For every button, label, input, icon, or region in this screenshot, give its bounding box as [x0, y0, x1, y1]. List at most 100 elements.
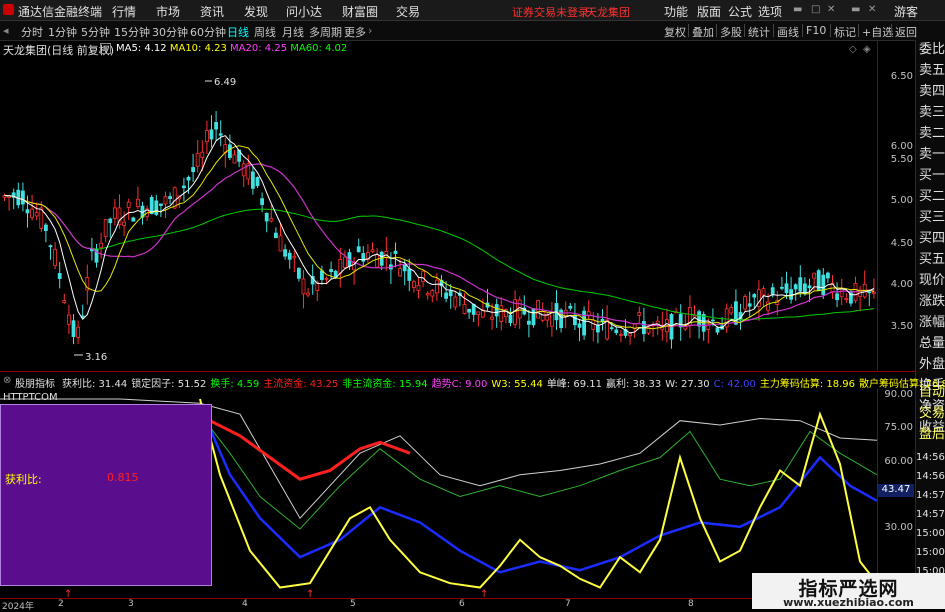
candle-body: [186, 176, 191, 181]
menu-shichang[interactable]: 市场: [156, 3, 180, 20]
candle-body: [195, 153, 200, 167]
more-arrow-icon[interactable]: ›: [368, 24, 372, 37]
candle-body: [692, 314, 697, 318]
period-1min[interactable]: 1分钟: [48, 24, 77, 40]
candle-body: [835, 293, 839, 301]
btn-duogu[interactable]: 多股: [720, 24, 742, 40]
quote-label: 卖五: [919, 63, 945, 78]
buy-signal-arrow-icon: ↑: [64, 589, 72, 598]
quote-label: 卖三: [919, 105, 945, 120]
menu-gongneng[interactable]: 功能: [664, 3, 688, 20]
period-weekly[interactable]: 周线: [254, 24, 276, 40]
btn-biaoji[interactable]: 标记: [834, 24, 856, 40]
candle-body: [209, 129, 214, 140]
candle-body: [181, 185, 186, 189]
period-multi[interactable]: 多周期: [309, 24, 342, 40]
period-5min[interactable]: 5分钟: [81, 24, 110, 40]
btn-f10[interactable]: F10: [806, 24, 826, 37]
date-label: 7: [565, 599, 571, 609]
candle-body: [44, 224, 48, 231]
toolbar-divider: [858, 24, 859, 37]
candle-body: [494, 304, 499, 317]
price-tick: 6.00: [890, 141, 913, 152]
restore-icon[interactable]: □: [811, 4, 820, 15]
candle-body: [278, 235, 283, 252]
trade-login-notice[interactable]: 证券交易未登录: [512, 4, 589, 20]
time-tick: 14:57: [916, 509, 945, 520]
btn-huaxian[interactable]: 画线: [777, 24, 799, 40]
candle-body: [766, 301, 770, 311]
candle-body: [283, 249, 288, 257]
btn-diejia[interactable]: 叠加: [692, 24, 714, 40]
time-tick: 14:56: [916, 452, 945, 463]
candle-body: [329, 269, 334, 273]
menu-faxian[interactable]: 发现: [244, 3, 268, 20]
menu-xuanxiang[interactable]: 选项: [758, 3, 782, 20]
quote-label: 涨跌: [919, 294, 945, 309]
quote-label: 总量: [919, 336, 945, 351]
candle-body: [490, 316, 495, 320]
quote-label: 买三: [919, 210, 945, 225]
candle-body: [260, 198, 265, 205]
minimize-icon[interactable]: ▬: [793, 4, 802, 15]
close-icon[interactable]: ✕: [827, 4, 835, 15]
candle-body: [232, 154, 237, 164]
quote-label: 盘后: [919, 427, 945, 442]
close-icon-2[interactable]: ✕: [868, 4, 876, 15]
date-label: 3: [128, 599, 134, 609]
candle-body: [596, 324, 600, 333]
period-15min[interactable]: 15分钟: [114, 24, 150, 40]
candle-body: [770, 287, 775, 296]
menu-jiaoyi[interactable]: 交易: [396, 3, 420, 20]
quote-label: 涨幅: [919, 315, 945, 330]
kline-chart[interactable]: 天龙集团(日线 前复权) ▪ MA5: 4.12 MA10: 4.23 MA20…: [0, 40, 877, 370]
quote-label: 外盘: [919, 357, 945, 372]
candle-body: [444, 292, 449, 299]
toolbar-divider: [802, 24, 803, 37]
menu-caifuquan[interactable]: 财富圈: [342, 3, 378, 20]
period-toolbar: ◂ 分时 1分钟 5分钟 15分钟 30分钟 60分钟 日线 周线 月线 多周期…: [0, 21, 945, 41]
candle-body: [605, 319, 609, 340]
btn-fuquan[interactable]: 复权: [664, 24, 686, 40]
period-fenshi[interactable]: 分时: [21, 24, 43, 40]
candle-body: [370, 249, 375, 253]
candle-body: [867, 291, 872, 294]
period-60min[interactable]: 60分钟: [190, 24, 226, 40]
candle-body: [508, 314, 513, 324]
candle-body: [214, 122, 219, 130]
btn-zixuan[interactable]: +自选: [862, 24, 893, 40]
menu-gongshi[interactable]: 公式: [728, 3, 752, 20]
candle-body: [122, 221, 126, 226]
menu-wenxiaoda[interactable]: 问小达: [286, 3, 322, 20]
indicator-close-icon[interactable]: ⊗: [3, 375, 11, 386]
candle-body: [619, 333, 623, 336]
candle-body: [99, 242, 103, 249]
candle-body: [467, 308, 472, 313]
candle-body: [844, 298, 849, 300]
toolbar-divider: [716, 24, 717, 37]
period-more[interactable]: 更多: [344, 24, 366, 40]
btn-tongji[interactable]: 统计: [748, 24, 770, 40]
candle-body: [798, 277, 803, 292]
candle-body: [573, 314, 577, 326]
candle-body: [517, 299, 522, 319]
price-tick: 5.50: [890, 154, 913, 165]
candle-body: [747, 303, 752, 307]
candle-body: [476, 311, 481, 315]
period-monthly[interactable]: 月线: [282, 24, 304, 40]
candle-body: [872, 291, 876, 294]
period-30min[interactable]: 30分钟: [152, 24, 188, 40]
collapse-arrow-icon[interactable]: ◂: [3, 24, 9, 37]
period-daily[interactable]: 日线: [227, 24, 249, 40]
minimize-icon-2[interactable]: ▬: [851, 4, 860, 15]
menu-banmian[interactable]: 版面: [697, 3, 721, 20]
menu-hangqing[interactable]: 行情: [112, 3, 136, 20]
indicator-name[interactable]: 股朋指标: [15, 375, 55, 390]
btn-fanhui[interactable]: 返回: [895, 24, 917, 40]
candle-body: [839, 288, 844, 298]
indicator-values: 获利比: 31.44 锁定因子: 51.52 换手: 4.59 主流资金: 43.25…: [62, 375, 945, 390]
user-guest[interactable]: 游客: [894, 3, 918, 20]
price-tick: 3.50: [890, 321, 913, 332]
indicator-popup[interactable]: 获利比: 0.815: [0, 404, 212, 586]
menu-zixun[interactable]: 资讯: [200, 3, 224, 20]
